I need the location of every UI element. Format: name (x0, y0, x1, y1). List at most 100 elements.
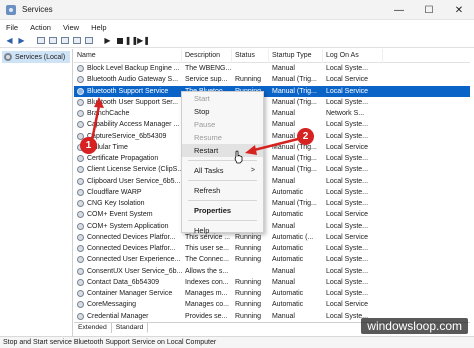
service-row[interactable]: Capability Access Manager ... Manual Local… (74, 119, 470, 130)
service-name: CNG Key Isolation (74, 198, 182, 209)
service-row[interactable]: COM+ System Application Manual Local Syste… (74, 221, 470, 232)
service-name-label: Container Manager Service (87, 290, 173, 298)
service-row[interactable]: Cloudflare WARP Automatic Local Syste... (74, 187, 470, 198)
column-header-log-on-as[interactable]: Log On As (323, 49, 383, 63)
column-header-description[interactable]: Description (182, 49, 232, 63)
menu-action[interactable]: Action (24, 23, 57, 32)
service-row[interactable]: Cellular Time Manual (Trig... Local Servic… (74, 142, 470, 153)
service-name-label: Bluetooth User Support Ser... (87, 98, 179, 106)
restart-icon[interactable]: ▶❚ (137, 35, 150, 46)
service-startup-type: Manual (Trig... (272, 166, 317, 174)
help-icon[interactable] (83, 35, 94, 46)
tab-standard[interactable]: Standard (111, 323, 149, 333)
close-button[interactable]: ✕ (444, 0, 474, 20)
gear-icon (77, 177, 84, 185)
context-menu-separator (188, 200, 257, 201)
play-icon[interactable]: ▶ (102, 35, 113, 46)
service-row[interactable]: ConsentUX User Service_6b... Allows the s… (74, 266, 470, 277)
menu-file[interactable]: File (0, 23, 24, 32)
column-header-status[interactable]: Status (232, 49, 269, 63)
gear-icon (77, 166, 84, 174)
menu-help[interactable]: Help (85, 23, 112, 32)
service-row[interactable]: CoreMessaging Manages co... Running Automat… (74, 299, 470, 310)
context-menu-stop[interactable]: Stop (182, 105, 263, 118)
service-startup-type: Manual (Trig... (272, 87, 317, 95)
gear-icon (77, 188, 84, 196)
tab-extended[interactable]: Extended (74, 323, 112, 333)
service-row[interactable]: Connected Devices Platfor... This user se… (74, 243, 470, 254)
service-name-label: Clipboard User Service_6b5... (87, 177, 181, 185)
service-log-on-as: Local Syste... (326, 267, 369, 275)
service-startup-type: Automatic (272, 290, 304, 298)
service-log-on-as: Local Syste... (326, 65, 369, 73)
service-row[interactable]: COM+ Event System Automatic Local Service (74, 209, 470, 220)
service-name: ConsentUX User Service_6b... (74, 266, 182, 277)
status-bar: Stop and Start service Bluetooth Support… (0, 336, 474, 348)
service-startup-type: Automatic (272, 211, 304, 219)
tree-item-label: Services (Local) (15, 53, 66, 61)
context-menu-separator (188, 220, 257, 221)
tree-item-services-local[interactable]: Services (Local) (2, 51, 70, 63)
context-menu-restart[interactable]: Restart (182, 144, 263, 157)
service-name-label: Bluetooth Audio Gateway S... (87, 76, 179, 84)
service-status: Running (235, 245, 262, 253)
service-name: Connected Devices Platfor... (74, 243, 182, 254)
minimize-button[interactable]: — (384, 0, 414, 20)
properties-icon[interactable] (47, 35, 58, 46)
service-log-on-as: Local Syste... (326, 98, 369, 106)
gear-icon (77, 290, 84, 298)
service-description: The Connec... (185, 256, 229, 264)
service-row[interactable]: CaptureService_6b54309 Manual Local Syste.… (74, 131, 470, 142)
maximize-button[interactable]: ☐ (414, 0, 444, 20)
service-row[interactable]: CNG Key Isolation Manual (Trig... Local Sy… (74, 198, 470, 209)
forward-icon[interactable]: ▶ (16, 35, 27, 46)
export-icon[interactable] (71, 35, 82, 46)
services-app-icon (6, 4, 16, 15)
service-name: Bluetooth Support Service (74, 86, 182, 97)
context-menu-resume[interactable]: Resume (182, 131, 263, 144)
service-name-label: CoreMessaging (87, 301, 137, 309)
service-row[interactable]: Contact Data_6b54309 Indexes con... Runnin… (74, 277, 470, 288)
context-menu-start[interactable]: Start (182, 92, 263, 105)
service-log-on-as: Local Service (326, 87, 369, 95)
service-row[interactable]: Clipboard User Service_6b5... Manual Local… (74, 176, 470, 187)
service-row[interactable]: Block Level Backup Engine ... The WBENG..… (74, 63, 470, 74)
service-description: Indexes con... (185, 278, 229, 286)
context-menu-help[interactable]: Help (182, 224, 263, 237)
context-menu: Start Stop Pause Resume Restart All Task… (181, 91, 264, 235)
stop-icon[interactable] (114, 35, 125, 46)
service-startup-type: Manual (Trig... (272, 155, 317, 163)
gear-icon (77, 301, 84, 309)
context-menu-refresh[interactable]: Refresh (182, 184, 263, 197)
service-name: Contact Data_6b54309 (74, 277, 182, 288)
service-status: Running (235, 278, 262, 286)
refresh-icon[interactable] (59, 35, 70, 46)
back-icon[interactable]: ◀ (4, 35, 15, 46)
service-row[interactable]: Bluetooth User Support Ser... Manual (Tri… (74, 97, 470, 108)
gear-icon (77, 98, 84, 106)
service-row[interactable]: Connected User Experience... The Connec..… (74, 254, 470, 265)
column-header-row: Name Description Status Startup Type Log… (74, 49, 470, 63)
gear-icon (77, 121, 84, 129)
service-row[interactable]: Bluetooth Audio Gateway S... Service sup.… (74, 74, 470, 85)
service-startup-type: Manual (Trig... (272, 200, 317, 208)
gear-icon (77, 65, 84, 73)
pause-icon[interactable]: ❚❚ (125, 35, 138, 46)
service-status: Running (235, 290, 262, 298)
service-row[interactable]: Client License Service (ClipS... Manual (… (74, 164, 470, 175)
service-row[interactable]: Container Manager Service Manages m... Run… (74, 288, 470, 299)
console-tree-icon[interactable] (35, 35, 46, 46)
service-row[interactable]: Bluetooth Support ServiceThe Bluetoo...R… (74, 85, 470, 97)
gear-icon (4, 53, 12, 61)
service-row[interactable]: BranchCache Manual Network S... (74, 108, 470, 119)
toolbar: ◀ ▶ ▶ ❚❚ ▶❚ (0, 34, 474, 48)
context-menu-pause[interactable]: Pause (182, 118, 263, 131)
service-row[interactable]: Connected Devices Platfor... This service… (74, 232, 470, 243)
context-menu-properties[interactable]: Properties (182, 204, 263, 217)
column-header-name[interactable]: Name (74, 49, 182, 63)
context-menu-all-tasks[interactable]: All Tasks > (182, 164, 263, 177)
menu-view[interactable]: View (57, 23, 85, 32)
service-name: COM+ Event System (74, 209, 182, 220)
service-row[interactable]: Certificate Propagation Manual (Trig... Lo… (74, 153, 470, 164)
column-header-startup-type[interactable]: Startup Type (269, 49, 323, 63)
